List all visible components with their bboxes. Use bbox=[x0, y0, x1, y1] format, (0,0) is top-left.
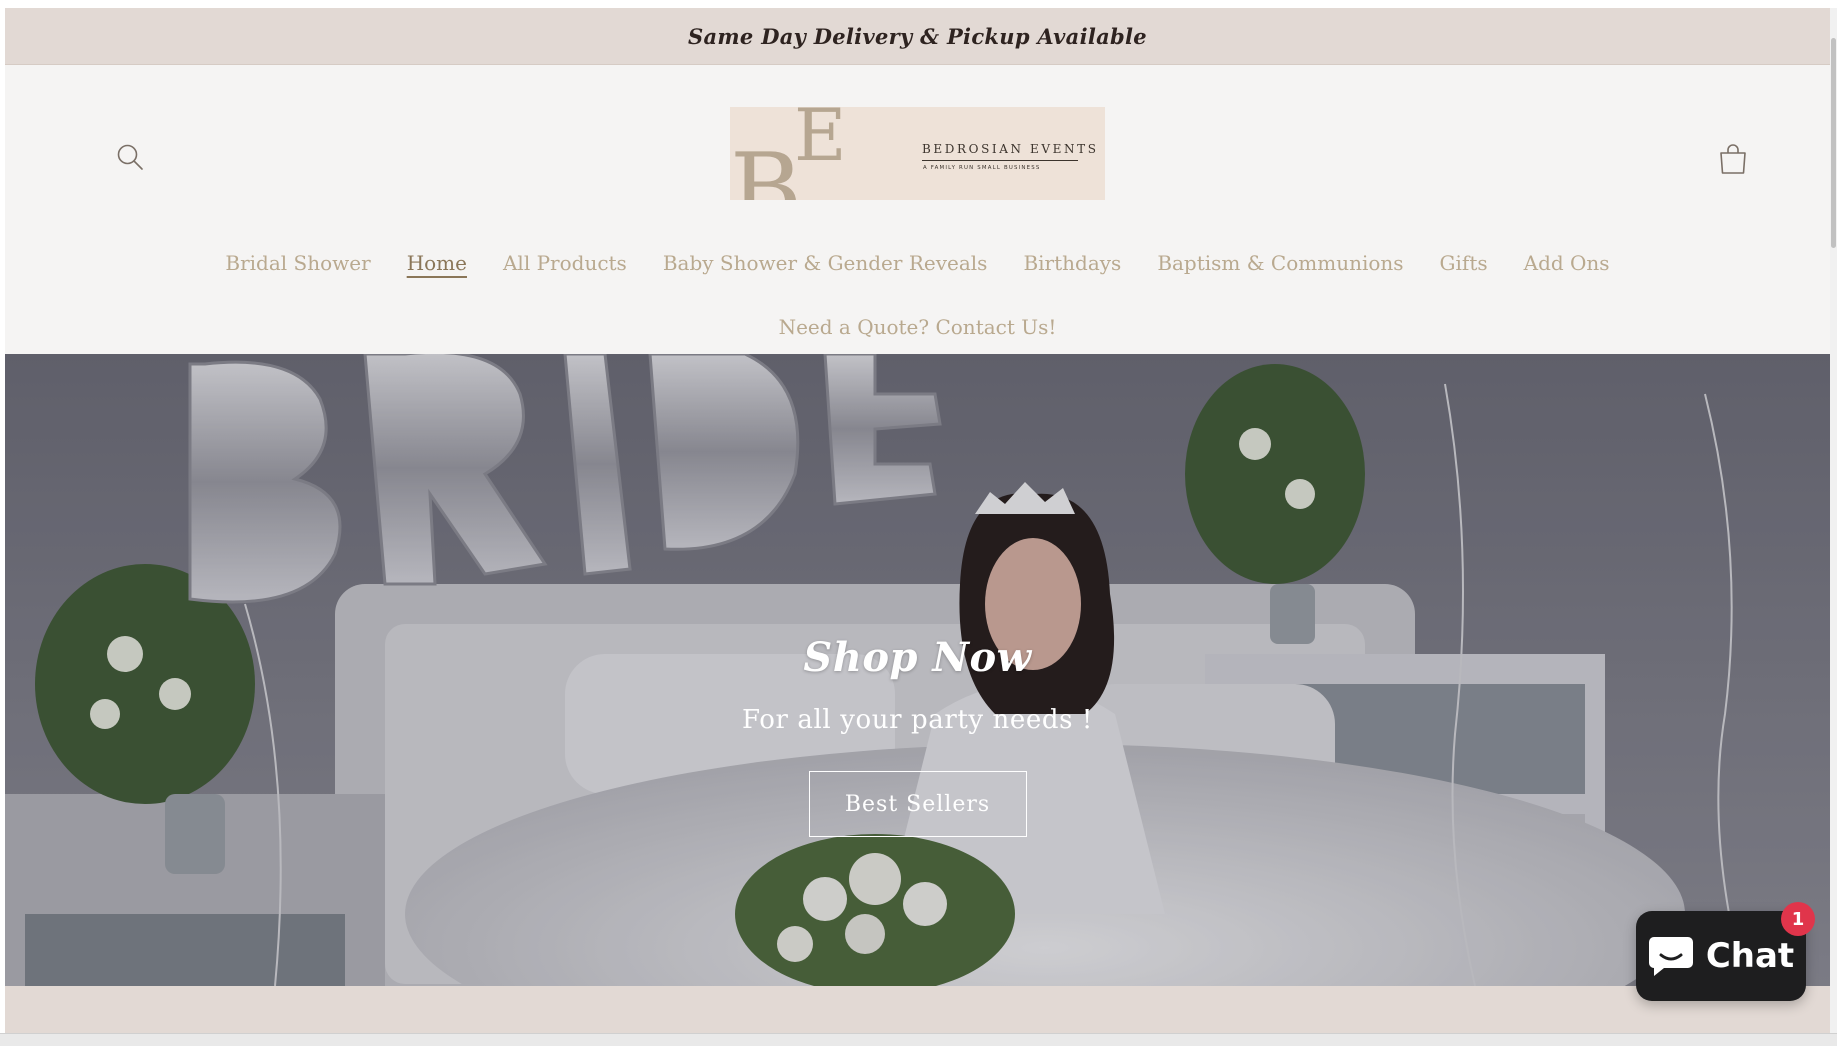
site-logo[interactable]: B E BEDROSIAN EVENTS A FAMILY RUN SMALL … bbox=[730, 107, 1105, 200]
nav-item-bridal-shower[interactable]: Bridal Shower bbox=[207, 245, 388, 281]
announcement-bar: Same Day Delivery & Pickup Available bbox=[5, 8, 1830, 65]
site-header: B E BEDROSIAN EVENTS A FAMILY RUN SMALL … bbox=[5, 65, 1830, 361]
hero-title: Shop Now bbox=[803, 634, 1032, 681]
nav-item-birthdays[interactable]: Birthdays bbox=[1005, 245, 1139, 281]
chat-button[interactable]: Chat bbox=[1636, 911, 1806, 1001]
logo-monogram-e: E bbox=[794, 107, 847, 177]
logo-monogram-b: B bbox=[730, 133, 803, 200]
cart-button[interactable] bbox=[1709, 135, 1757, 183]
chat-label: Chat bbox=[1705, 936, 1795, 976]
below-hero-band bbox=[5, 986, 1830, 1033]
nav-item-all-products[interactable]: All Products bbox=[485, 245, 645, 281]
os-taskbar bbox=[0, 1033, 1837, 1046]
logo-rule bbox=[922, 160, 1078, 161]
best-sellers-button[interactable]: Best Sellers bbox=[808, 771, 1027, 837]
hero-content: Shop Now For all your party needs ! Best… bbox=[5, 634, 1830, 837]
nav-item-add-ons[interactable]: Add Ons bbox=[1506, 245, 1628, 281]
logo-tagline: A FAMILY RUN SMALL BUSINESS bbox=[923, 165, 1041, 171]
nav-item-baptism[interactable]: Baptism & Communions bbox=[1139, 245, 1421, 281]
nav-item-gifts[interactable]: Gifts bbox=[1422, 245, 1506, 281]
logo-wordmark: BEDROSIAN EVENTS bbox=[922, 142, 1099, 156]
announcement-text: Same Day Delivery & Pickup Available bbox=[688, 23, 1147, 49]
search-button[interactable] bbox=[108, 135, 152, 179]
hero-subtitle: For all your party needs ! bbox=[742, 705, 1093, 735]
page-scrollbar[interactable] bbox=[1830, 8, 1837, 1033]
search-icon bbox=[117, 144, 143, 170]
main-nav: Bridal Shower Home All Products Baby Sho… bbox=[5, 245, 1830, 281]
hero-banner: Shop Now For all your party needs ! Best… bbox=[5, 354, 1830, 986]
secondary-nav: Need a Quote? Contact Us! bbox=[5, 309, 1830, 345]
nav-item-baby-shower[interactable]: Baby Shower & Gender Reveals bbox=[645, 245, 1006, 281]
scrollbar-thumb[interactable] bbox=[1831, 38, 1836, 248]
cart-icon bbox=[1720, 144, 1746, 174]
nav-item-home[interactable]: Home bbox=[389, 245, 485, 281]
nav-item-contact[interactable]: Need a Quote? Contact Us! bbox=[779, 309, 1057, 345]
chat-notification-badge: 1 bbox=[1781, 902, 1815, 936]
storefront-page: Same Day Delivery & Pickup Available B E… bbox=[5, 8, 1830, 1033]
chat-bubble-icon bbox=[1648, 937, 1693, 976]
